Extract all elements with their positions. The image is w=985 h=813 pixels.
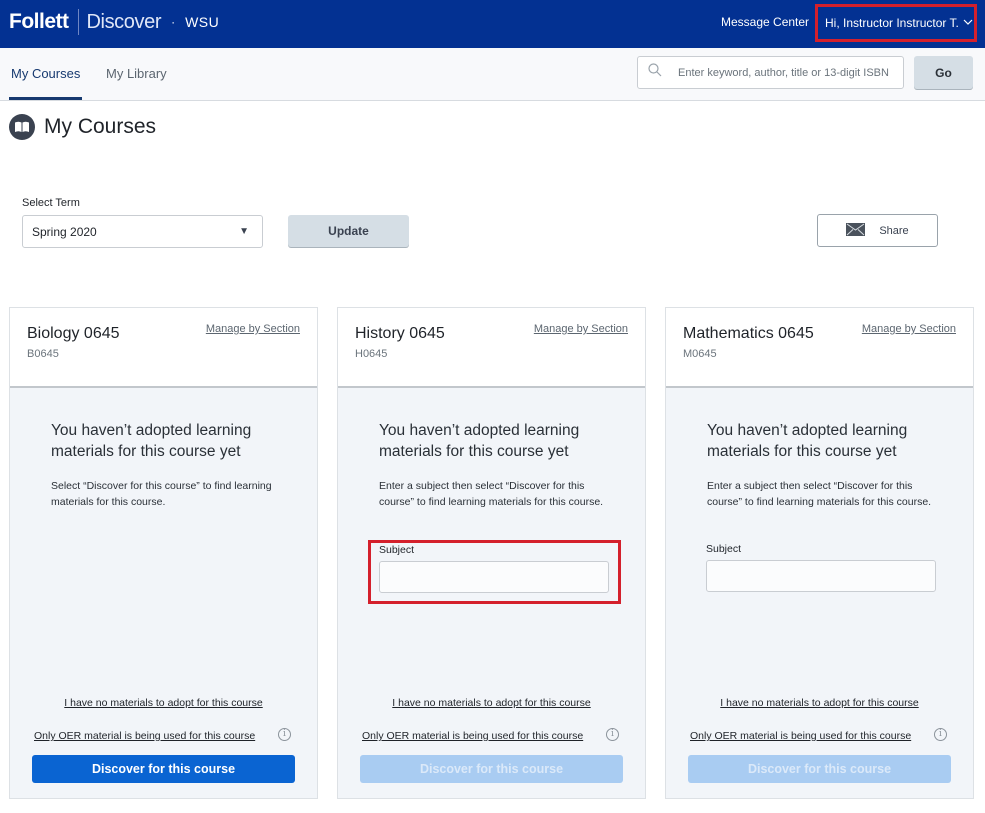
discover-for-course-button[interactable]: Discover for this course — [688, 755, 951, 783]
empty-state-title: You haven’t adopted learning materials f… — [379, 422, 580, 460]
course-card-header: Biology 0645 B0645 Manage by Section — [10, 308, 317, 388]
no-materials-link[interactable]: I have no materials to adopt for this co… — [10, 697, 317, 709]
course-card-history: History 0645 H0645 Manage by Section You… — [337, 307, 646, 799]
active-tab-indicator — [9, 97, 82, 100]
brand-follett: Follett — [9, 10, 69, 33]
subject-field: Subject — [696, 540, 949, 604]
select-term-label: Select Term — [22, 197, 80, 209]
manage-by-section-link[interactable]: Manage by Section — [862, 323, 956, 335]
top-header: Follett Discover · WSU Message Center Hi… — [0, 0, 985, 48]
school-name: WSU — [185, 14, 220, 30]
discover-for-course-button[interactable]: Discover for this course — [360, 755, 623, 783]
subject-label: Subject — [706, 543, 742, 555]
oer-only-link[interactable]: Only OER material is being used for this… — [362, 730, 583, 742]
page-title-text: My Courses — [44, 115, 157, 138]
oer-only-link[interactable]: Only OER material is being used for this… — [34, 730, 255, 742]
empty-state-description: Enter a subject then select “Discover fo… — [707, 480, 932, 508]
info-icon[interactable]: i — [606, 728, 619, 741]
course-card-biology: Biology 0645 B0645 Manage by Section You… — [9, 307, 318, 799]
oer-only-link[interactable]: Only OER material is being used for this… — [690, 730, 911, 742]
empty-state-title: You haven’t adopted learning materials f… — [51, 422, 252, 460]
no-materials-link[interactable]: I have no materials to adopt for this co… — [338, 697, 645, 709]
user-greeting: Hi, Instructor Instructor T. — [825, 16, 959, 30]
brand-discover: Discover — [86, 10, 162, 33]
term-selected-value: Spring 2020 — [32, 224, 97, 239]
course-card-header: History 0645 H0645 Manage by Section — [338, 308, 645, 388]
course-code: B0645 — [27, 348, 59, 360]
empty-state-title: You haven’t adopted learning materials f… — [707, 422, 908, 460]
subject-label: Subject — [379, 544, 415, 556]
message-center-link[interactable]: Message Center — [721, 15, 809, 29]
page-title: My Courses — [9, 114, 156, 140]
manage-by-section-link[interactable]: Manage by Section — [534, 323, 628, 335]
info-icon[interactable]: i — [934, 728, 947, 741]
nav-bar: My Courses My Library Go — [0, 48, 985, 101]
course-code: M0645 — [683, 348, 717, 360]
no-materials-link[interactable]: I have no materials to adopt for this co… — [666, 697, 973, 709]
course-name: History 0645 — [355, 325, 445, 342]
term-select[interactable]: Spring 2020 ▼ — [22, 215, 263, 248]
course-card-header: Mathematics 0645 M0645 Manage by Section — [666, 308, 973, 388]
user-menu[interactable]: Hi, Instructor Instructor T. — [815, 4, 977, 42]
chevron-down-icon — [963, 18, 973, 29]
go-button[interactable]: Go — [914, 56, 973, 89]
subject-input[interactable] — [706, 560, 936, 592]
discover-for-course-button[interactable]: Discover for this course — [32, 755, 295, 783]
course-name: Biology 0645 — [27, 325, 120, 342]
share-button[interactable]: Share — [817, 214, 938, 247]
course-code: H0645 — [355, 348, 388, 360]
empty-state-description: Select “Discover for this course” to fin… — [51, 480, 272, 508]
brand-dot: · — [171, 15, 176, 29]
book-icon — [9, 114, 35, 140]
info-icon[interactable]: i — [278, 728, 291, 741]
brand-divider — [77, 9, 79, 35]
envelope-icon — [846, 222, 866, 239]
tab-my-courses[interactable]: My Courses — [11, 66, 80, 81]
brand-logo[interactable]: Follett Discover · WSU — [9, 8, 219, 36]
subject-input[interactable] — [379, 561, 609, 593]
manage-by-section-link[interactable]: Manage by Section — [206, 323, 300, 335]
update-button[interactable]: Update — [288, 215, 409, 247]
course-name: Mathematics 0645 — [683, 325, 814, 342]
course-card-mathematics: Mathematics 0645 M0645 Manage by Section… — [665, 307, 974, 799]
search-icon — [648, 63, 678, 82]
search-box — [637, 56, 904, 89]
subject-field-highlighted: Subject — [368, 540, 621, 604]
tab-my-library[interactable]: My Library — [106, 66, 167, 81]
empty-state-description: Enter a subject then select “Discover fo… — [379, 480, 604, 508]
share-label: Share — [879, 224, 909, 237]
caret-down-icon: ▼ — [239, 226, 249, 237]
search-input[interactable] — [678, 66, 903, 79]
